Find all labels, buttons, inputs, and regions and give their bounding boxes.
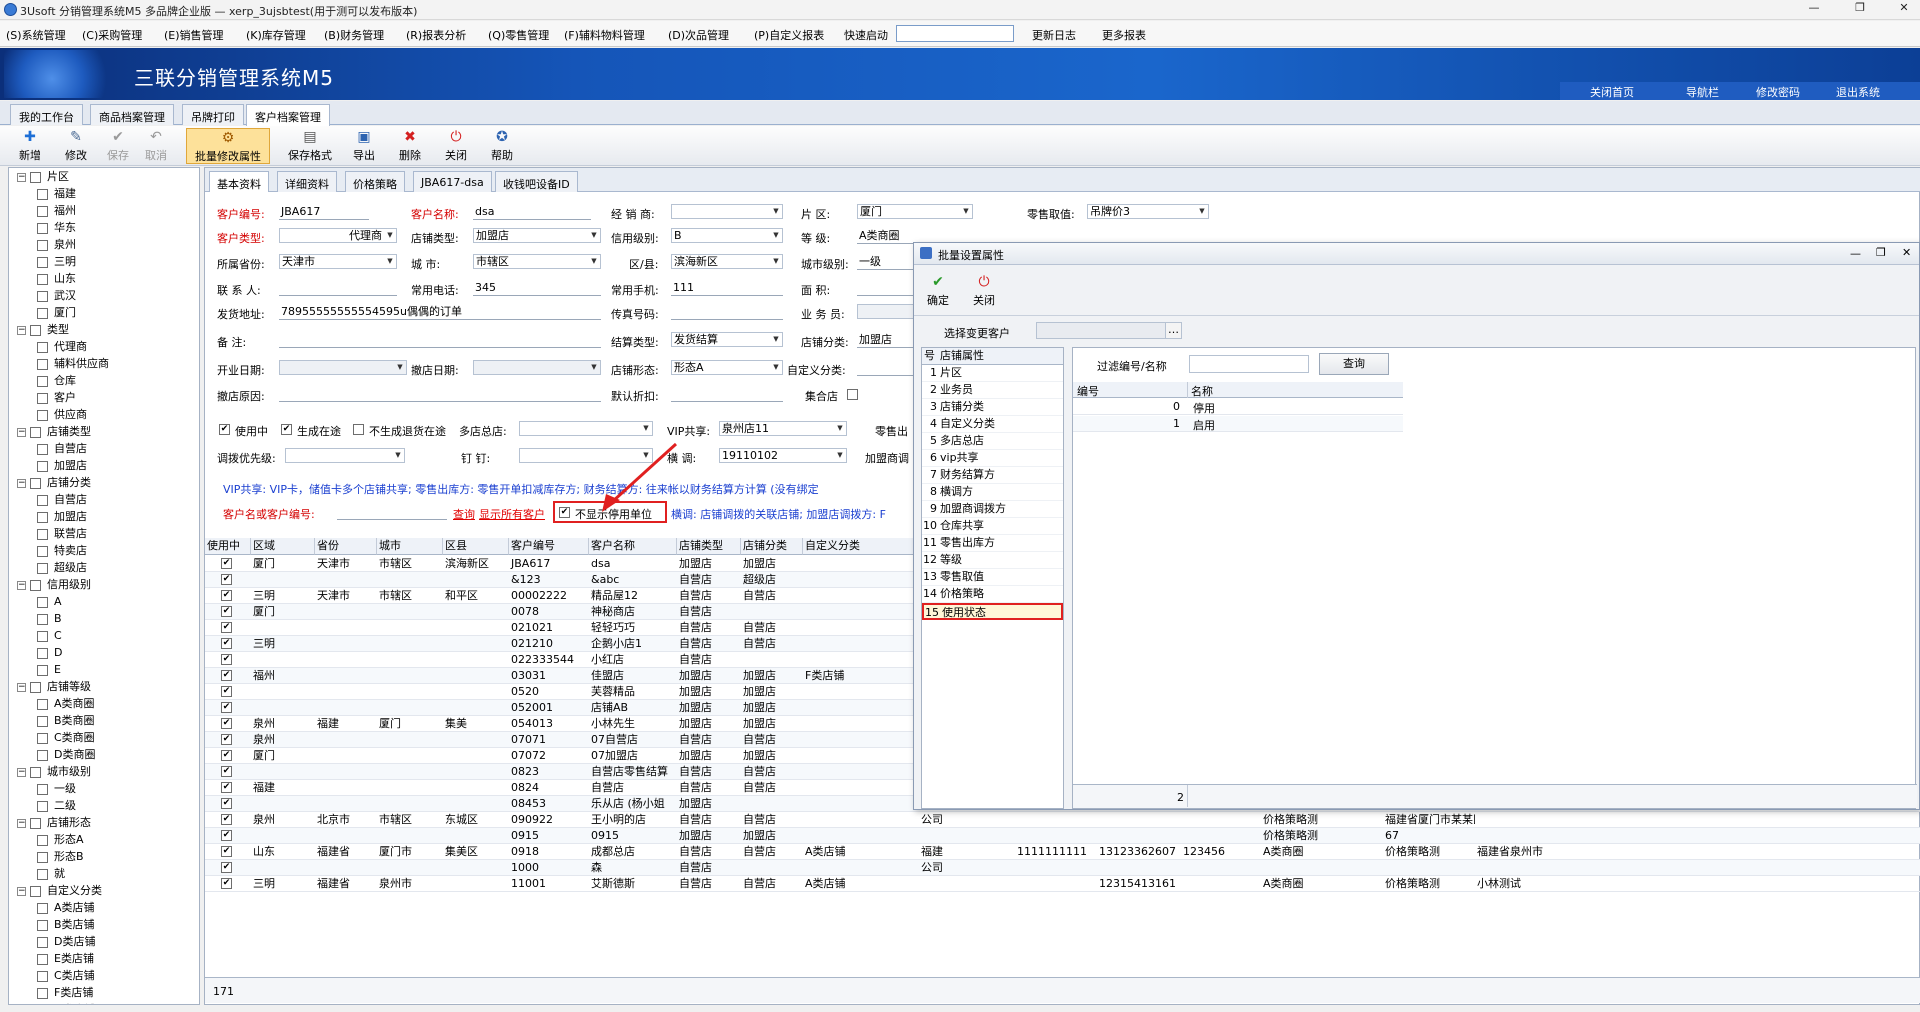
attr-header-name: 店铺属性 xyxy=(940,349,984,362)
attribute-item[interactable]: 8 横调方 xyxy=(922,484,1063,501)
attribute-index: 4 xyxy=(930,417,937,430)
batch-settings-dialog: 批量设置属性 — ❐ ✕ ✔ 确定 ⏻ 关闭 选择变更客户 … 号店铺属性 1 片区 2 业… xyxy=(913,242,1920,810)
attribute-value-panel: 过滤编号/名称 查询 编号 名称 0 停用 1 启用 2 xyxy=(1072,347,1917,809)
attribute-item[interactable]: 12 等级 xyxy=(922,552,1063,569)
value-name: 启用 xyxy=(1193,419,1215,432)
select-customer-label: 选择变更客户 xyxy=(944,327,1010,340)
attribute-index: 15 xyxy=(925,606,939,619)
value-header-code: 编号 xyxy=(1077,385,1099,398)
attribute-index: 8 xyxy=(930,485,937,498)
attribute-index: 13 xyxy=(923,570,937,583)
dialog-divider xyxy=(914,315,1919,316)
value-count: 2 xyxy=(1177,791,1184,804)
attribute-label: 零售出库方 xyxy=(940,536,995,549)
dialog-app-icon xyxy=(920,247,932,259)
attribute-item[interactable]: 4 自定义分类 xyxy=(922,416,1063,433)
attribute-item[interactable]: 7 财务结算方 xyxy=(922,467,1063,484)
attribute-index: 12 xyxy=(923,553,937,566)
attr-header-no: 号 xyxy=(924,349,935,362)
attribute-label: 财务结算方 xyxy=(940,468,995,481)
attribute-label: vip共享 xyxy=(940,451,979,464)
dialog-minimize-icon[interactable]: — xyxy=(1850,247,1861,260)
attribute-label: 店铺分类 xyxy=(940,400,984,413)
value-grid-header: 编号 名称 xyxy=(1073,382,1403,398)
attribute-index: 9 xyxy=(930,502,937,515)
attribute-label: 片区 xyxy=(940,366,962,379)
filter-label: 过滤编号/名称 xyxy=(1097,360,1167,373)
attribute-item[interactable]: 2 业务员 xyxy=(922,382,1063,399)
attribute-index: 14 xyxy=(923,587,937,600)
attribute-index: 5 xyxy=(930,434,937,447)
filter-input[interactable] xyxy=(1189,355,1309,373)
attribute-label: 业务员 xyxy=(940,383,973,396)
value-code: 1 xyxy=(1173,417,1180,430)
attribute-label: 自定义分类 xyxy=(940,417,995,430)
attribute-index: 7 xyxy=(930,468,937,481)
attribute-item[interactable]: 10 仓库共享 xyxy=(922,518,1063,535)
attribute-item[interactable]: 6 vip共享 xyxy=(922,450,1063,467)
power-icon: ⏻ xyxy=(978,274,990,290)
attribute-item[interactable]: 15 使用状态 xyxy=(922,603,1063,620)
value-code: 0 xyxy=(1173,400,1180,413)
ellipsis-icon[interactable]: … xyxy=(1165,323,1181,338)
attribute-label: 仓库共享 xyxy=(940,519,984,532)
dialog-close-icon[interactable]: ✕ xyxy=(1902,246,1911,259)
attribute-label: 多店总店 xyxy=(940,434,984,447)
dialog-ok-button[interactable]: ✔ 确定 xyxy=(924,273,952,309)
attribute-item[interactable]: 9 加盟商调拨方 xyxy=(922,501,1063,518)
attribute-item[interactable]: 11 零售出库方 xyxy=(922,535,1063,552)
attribute-item[interactable]: 1 片区 xyxy=(922,365,1063,382)
attribute-label: 横调方 xyxy=(940,485,973,498)
attribute-index: 2 xyxy=(930,383,937,396)
attribute-item[interactable]: 14 价格策略 xyxy=(922,586,1063,603)
value-grid-footer: 2 xyxy=(1073,784,1917,808)
attribute-index: 3 xyxy=(930,400,937,413)
attribute-index: 11 xyxy=(923,536,937,549)
dialog-restore-icon[interactable]: ❐ xyxy=(1876,246,1886,259)
ok-check-icon: ✔ xyxy=(932,274,944,290)
attribute-item[interactable]: 3 店铺分类 xyxy=(922,399,1063,416)
value-header-name: 名称 xyxy=(1191,385,1213,398)
dialog-title: 批量设置属性 xyxy=(938,249,1004,262)
value-name: 停用 xyxy=(1193,402,1215,415)
attribute-index: 1 xyxy=(930,366,937,379)
attribute-label: 使用状态 xyxy=(942,606,986,619)
value-row-0[interactable]: 0 停用 xyxy=(1073,399,1403,415)
attribute-index: 10 xyxy=(923,519,937,532)
attribute-label: 价格策略 xyxy=(940,587,984,600)
dialog-close-button[interactable]: ⏻ 关闭 xyxy=(970,273,998,309)
value-row-1[interactable]: 1 启用 xyxy=(1073,416,1403,432)
attribute-list-header: 号店铺属性 xyxy=(922,348,1063,365)
filter-query-button[interactable]: 查询 xyxy=(1319,353,1389,375)
select-customer-input[interactable]: … xyxy=(1036,322,1182,339)
attribute-item[interactable]: 13 零售取值 xyxy=(922,569,1063,586)
attribute-item[interactable]: 5 多店总店 xyxy=(922,433,1063,450)
attribute-list: 号店铺属性 1 片区 2 业务员 3 店铺分类 4 自定义分类 5 多店总店 6 vip共享 7 财务结算方… xyxy=(921,347,1064,809)
dialog-titlebar: 批量设置属性 — ❐ ✕ xyxy=(914,243,1919,265)
attribute-index: 6 xyxy=(930,451,937,464)
attribute-label: 等级 xyxy=(940,553,962,566)
attribute-label: 零售取值 xyxy=(940,570,984,583)
attribute-label: 加盟商调拨方 xyxy=(940,502,1006,515)
